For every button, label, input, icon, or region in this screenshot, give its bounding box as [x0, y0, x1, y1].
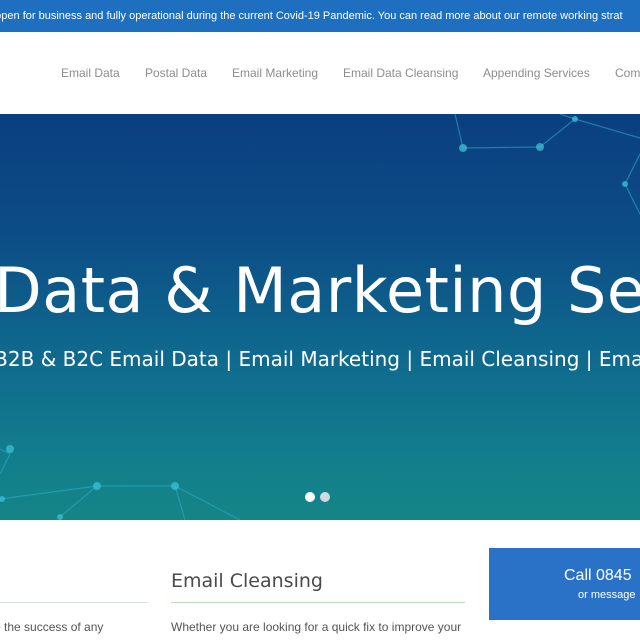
nav-postal-data[interactable]: Postal Data — [145, 66, 207, 80]
notice-bar: n open for business and fully operationa… — [0, 0, 640, 32]
main-nav: Email Data Postal Data Email Marketing E… — [0, 66, 640, 82]
email-cleansing-text: Whether you are looking for a quick fix … — [171, 620, 462, 634]
nav-contact[interactable]: Com — [615, 66, 640, 80]
nav-appending-services[interactable]: Appending Services — [483, 66, 590, 80]
nav-email-data[interactable]: Email Data — [61, 66, 120, 80]
email-cleansing-divider — [171, 602, 465, 603]
nav-email-data-cleansing[interactable]: Email Data Cleansing — [343, 66, 458, 80]
hero-slider: Data & Marketing Ser al B2B & B2C Email … — [0, 114, 640, 520]
slider-dot-2[interactable] — [320, 492, 330, 502]
call-message-text: or message — [578, 589, 636, 601]
services-section: o the success of any Email Cleansing Whe… — [0, 520, 640, 640]
call-to-action-box[interactable]: Call 0845 or message — [489, 548, 640, 620]
left-column-text: o the success of any — [0, 620, 104, 634]
site-header: Email Data Postal Data Email Marketing E… — [0, 32, 640, 114]
slider-dot-1[interactable] — [305, 492, 315, 502]
notice-text: n open for business and fully operationa… — [0, 10, 623, 22]
nav-email-marketing[interactable]: Email Marketing — [232, 66, 318, 80]
call-phone-text: Call 0845 — [564, 567, 632, 584]
hero-title: Data & Marketing Ser — [0, 254, 640, 327]
hero-subtitle: al B2B & B2C Email Data | Email Marketin… — [0, 347, 640, 371]
email-cleansing-heading: Email Cleansing — [171, 570, 323, 592]
left-column-divider — [0, 602, 147, 603]
